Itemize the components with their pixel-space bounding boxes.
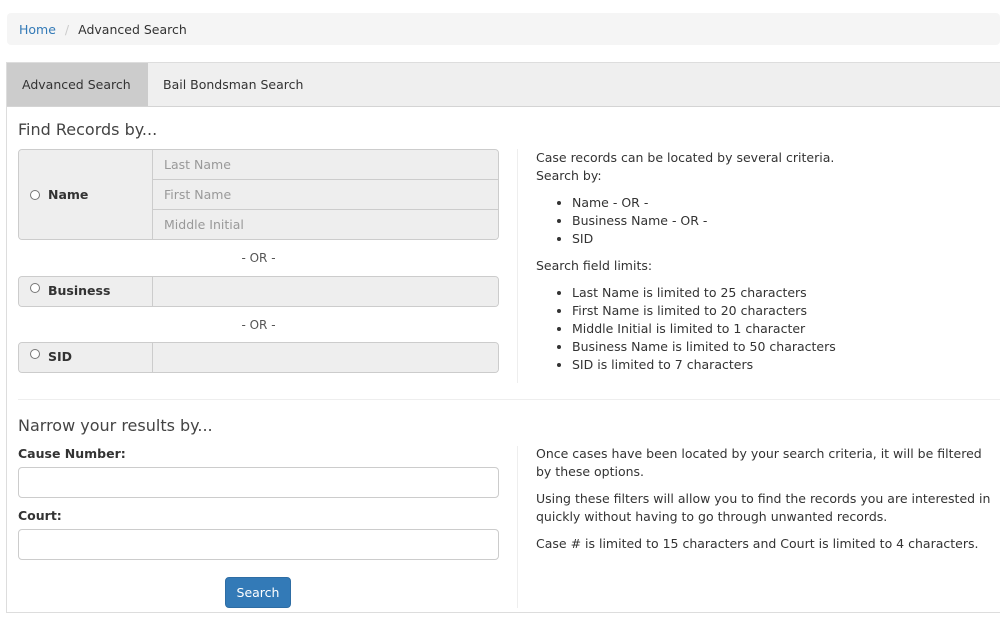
narrow-help-paragraph: Using these filters will allow you to fi… bbox=[536, 491, 991, 524]
narrow-help-paragraph: Case # is limited to 15 characters and C… bbox=[536, 536, 979, 551]
tab-bar: Advanced Search Bail Bondsman Search bbox=[7, 63, 1000, 107]
business-name-input[interactable] bbox=[153, 277, 498, 306]
breadcrumb-current: Advanced Search bbox=[78, 21, 187, 37]
name-label: Name bbox=[48, 187, 89, 202]
limit-item: Last Name is limited to 25 characters bbox=[572, 284, 996, 302]
search-panel: Advanced Search Bail Bondsman Search Fin… bbox=[6, 62, 1000, 613]
find-column-divider bbox=[517, 149, 518, 383]
name-input-group: Name bbox=[18, 149, 499, 240]
sid-radio-label[interactable]: SID bbox=[19, 343, 153, 372]
first-name-input[interactable] bbox=[153, 180, 498, 210]
section-divider bbox=[18, 399, 1000, 400]
narrow-results-title: Narrow your results by... bbox=[18, 416, 213, 435]
limit-item: Middle Initial is limited to 1 character bbox=[572, 320, 996, 338]
tab-advanced-search[interactable]: Advanced Search bbox=[7, 63, 148, 106]
breadcrumb: Home / Advanced Search bbox=[7, 13, 1000, 45]
court-label: Court: bbox=[18, 508, 62, 523]
narrow-column-divider bbox=[517, 446, 518, 608]
field-limits-list: Last Name is limited to 25 characters Fi… bbox=[572, 284, 996, 374]
court-input[interactable] bbox=[18, 529, 499, 560]
breadcrumb-home-link[interactable]: Home bbox=[19, 22, 56, 37]
criteria-item: Business Name - OR - bbox=[572, 212, 996, 230]
narrow-help-text: Once cases have been located by your sea… bbox=[536, 445, 996, 562]
cause-number-label: Cause Number: bbox=[18, 446, 126, 461]
name-fields bbox=[153, 150, 498, 239]
business-label: Business bbox=[48, 283, 111, 298]
limit-item: First Name is limited to 20 characters bbox=[572, 302, 996, 320]
breadcrumb-separator: / bbox=[64, 21, 70, 37]
business-input-group: Business bbox=[18, 276, 499, 307]
sid-radio[interactable] bbox=[30, 349, 40, 359]
find-help-text: Case records can be located by several c… bbox=[536, 149, 996, 383]
name-radio-label[interactable]: Name bbox=[19, 150, 153, 239]
limit-item: Business Name is limited to 50 character… bbox=[572, 338, 996, 356]
find-records-title: Find Records by... bbox=[18, 120, 158, 139]
criteria-item: SID bbox=[572, 230, 996, 248]
tab-bail-bondsman-search[interactable]: Bail Bondsman Search bbox=[148, 63, 318, 106]
middle-initial-input[interactable] bbox=[153, 210, 498, 239]
business-radio-label[interactable]: Business bbox=[19, 277, 153, 306]
sid-input-group: SID bbox=[18, 342, 499, 373]
search-button[interactable]: Search bbox=[225, 577, 291, 608]
or-divider-2: - OR - bbox=[241, 318, 276, 332]
business-radio[interactable] bbox=[30, 283, 40, 293]
limits-title: Search field limits: bbox=[536, 258, 653, 273]
cause-number-input[interactable] bbox=[18, 467, 499, 498]
sid-label: SID bbox=[48, 349, 73, 364]
last-name-input[interactable] bbox=[153, 150, 498, 180]
sid-input[interactable] bbox=[153, 343, 498, 372]
search-criteria-list: Name - OR - Business Name - OR - SID bbox=[572, 194, 996, 248]
criteria-item: Name - OR - bbox=[572, 194, 996, 212]
find-help-intro: Case records can be located by several c… bbox=[536, 150, 835, 183]
name-radio[interactable] bbox=[30, 189, 40, 200]
limit-item: SID is limited to 7 characters bbox=[572, 356, 996, 374]
narrow-help-paragraph: Once cases have been located by your sea… bbox=[536, 446, 982, 479]
or-divider-1: - OR - bbox=[241, 251, 276, 265]
